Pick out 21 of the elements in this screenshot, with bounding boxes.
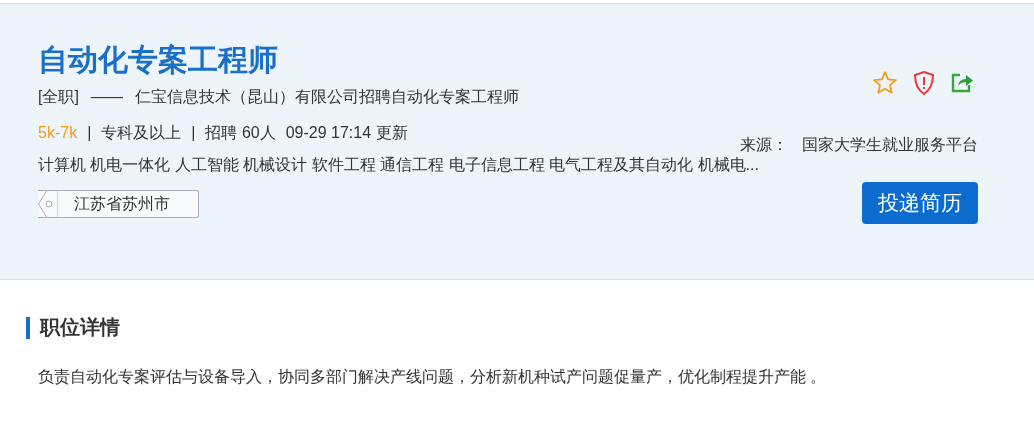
section-title: 职位详情 — [40, 315, 120, 340]
salary: 5k-7k — [38, 123, 78, 143]
company-line: 仁宝信息技术（昆山）有限公司招聘自动化专案工程师 — [134, 87, 519, 107]
source-label: 来源： — [740, 135, 788, 155]
job-info: 09-29 17:14 更新 — [285, 123, 408, 143]
job-info: 招聘 60人 — [205, 123, 276, 143]
separator: | — [191, 123, 196, 143]
dash: —— — [90, 87, 123, 107]
tag-point-icon — [38, 190, 58, 218]
separator: | — [87, 123, 92, 143]
apply-button[interactable]: 投递简历 — [862, 182, 978, 224]
section-marker — [26, 316, 30, 339]
majors-list: 计算机 机电一体化 人工智能 机械设计 软件工程 通信工程 电子信息工程 电气工程及其自动化 机械电... — [38, 154, 759, 176]
job-title: 自动化专案工程师 — [38, 42, 278, 78]
source-name: 国家大学生就业服务平台 — [802, 135, 978, 155]
job-info: 专科及以上 — [101, 123, 182, 143]
location-tag: 江苏省苏州市 — [38, 190, 199, 218]
job-description: 负责自动化专案评估与设备导入，协同多部门解决产线问题，分析新机种试产问题促量产，优化制程提升产能 。 — [38, 367, 828, 387]
employment-type: [全职] — [38, 87, 79, 107]
star-icon[interactable] — [872, 70, 898, 96]
warning-shield-icon[interactable] — [912, 70, 936, 96]
